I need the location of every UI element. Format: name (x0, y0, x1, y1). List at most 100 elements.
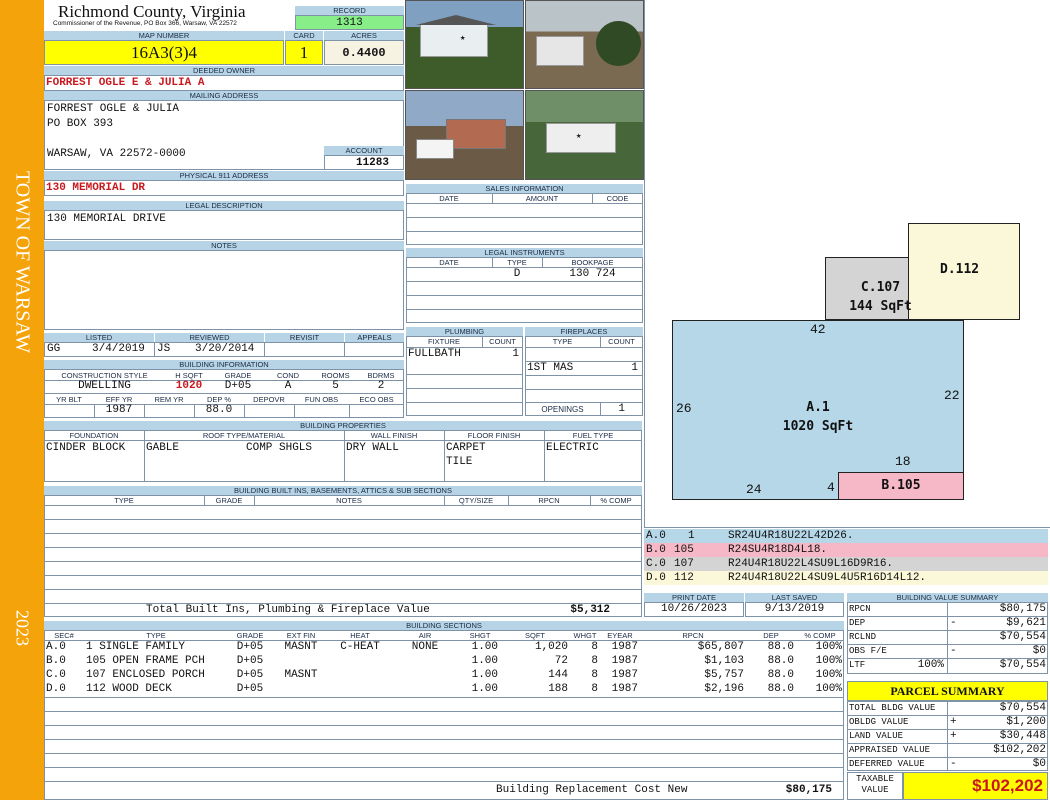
sketch-code-row-a: A.0 1 SR24U4R18U22L42D26. (644, 529, 1048, 543)
ps-deferred: $0 (1032, 758, 1046, 770)
ps-bldg-label: TOTAL BLDG VALUE (849, 703, 936, 713)
section-cell: 1987 (611, 683, 638, 695)
section-cell: C.0 (46, 669, 66, 681)
taxable-label-1: TAXABLE (856, 774, 894, 784)
instrument-bookpage: 130 724 (569, 268, 616, 280)
notes-box (44, 250, 404, 330)
bi-col-effyr: EFF YR (105, 395, 133, 404)
section-cell: 105 OPEN FRAME PCH (86, 655, 205, 667)
mailing-line-3: WARSAW, VA 22572-0000 (47, 148, 186, 160)
dim-bottom: 24 (746, 482, 762, 497)
section-cell: 100% (815, 669, 842, 681)
account-number: 11283 (324, 155, 404, 170)
roof-material: COMP SHGLS (246, 442, 313, 454)
bi-col-style: CONSTRUCTION STYLE (61, 371, 148, 380)
section-cell: D+05 (236, 669, 264, 681)
sec-col-dep: DEP (763, 631, 779, 640)
sales-info-label: SALES INFORMATION (406, 184, 643, 193)
plumbing-label: PLUMBING (406, 327, 523, 336)
section-cell: 8 (591, 655, 598, 667)
replacement-cost-label: Building Replacement Cost New (496, 784, 688, 796)
section-cell: $1,103 (704, 655, 744, 667)
floor-finish-1: CARPET (446, 442, 486, 454)
prop-col-wall: WALL FINISH (370, 431, 418, 440)
section-cell: 88.0 (767, 641, 794, 653)
section-cell: 1.00 (471, 641, 498, 653)
openings-label: OPENINGS (541, 405, 584, 414)
sales-col-date: DATE (439, 194, 459, 203)
bvs-rclnd: $70,554 (999, 631, 1046, 643)
building-value-summary-label: BUILDING VALUE SUMMARY (847, 593, 1048, 602)
dim-right: 22 (944, 388, 960, 403)
bi-col-funobs: FUN OBS (304, 395, 339, 404)
li-col-date: DATE (439, 258, 459, 267)
ps-deferred-label: DEFERRED VALUE (849, 759, 925, 769)
house-photo-1[interactable]: ★ (405, 0, 524, 89)
house-photo-3[interactable] (405, 90, 524, 180)
section-a-label: A.1 (806, 400, 830, 415)
section-cell: 1.00 (471, 655, 498, 667)
building-condition: A (284, 380, 292, 392)
bvs-dep-label: DEP (849, 618, 866, 628)
built-ins-label: BUILDING BUILT INS, BASEMENTS, ATTICS & … (44, 486, 642, 495)
sketch-code-row-b: B.0 105 R24SU4R18D4L18. (644, 543, 1048, 557)
bi-col-rooms: ROOMS (321, 371, 350, 380)
li-col-bookpage: BOOKPAGE (571, 258, 614, 267)
effective-year: 1987 (105, 404, 133, 416)
section-cell: A.0 (46, 641, 66, 653)
section-c-area: 144 SqFt (849, 299, 912, 314)
house-photo-4[interactable]: ★ (525, 90, 644, 180)
section-cell: 107 ENCLOSED PORCH (86, 669, 205, 681)
section-cell: 88.0 (767, 655, 794, 667)
li-col-type: TYPE (507, 258, 527, 267)
record-number: 1313 (295, 15, 404, 30)
sec-col-extfin: EXT FIN (286, 631, 316, 640)
ps-appraised: $102,202 (993, 744, 1046, 756)
sec-col-grade: GRADE (236, 631, 264, 640)
bvs-ltf: $70,554 (999, 659, 1046, 671)
plumbing-col-fixture: FIXTURE (427, 337, 461, 346)
sales-col-amount: AMOUNT (525, 194, 559, 203)
section-cell: 8 (591, 641, 598, 653)
bi-col-grade: GRADE (224, 371, 252, 380)
plumbing-col-count: COUNT (489, 337, 516, 346)
sec-col-rpcn: RPCN (682, 631, 704, 640)
dim-porch-top: 18 (895, 454, 911, 469)
room-count: 5 (332, 380, 339, 392)
section-cell: 8 (591, 669, 598, 681)
sec-col-air: AIR (418, 631, 432, 640)
fireplace-count: 1 (631, 362, 638, 374)
prop-col-roof: ROOF TYPE/MATERIAL (202, 431, 286, 440)
prop-col-floor: FLOOR FINISH (467, 431, 521, 440)
last-saved-label: LAST SAVED (745, 593, 844, 602)
plumbing-fixture: FULLBATH (408, 348, 461, 360)
physical-address: 130 MEMORIAL DR (46, 182, 146, 194)
section-c-label: C.107 (860, 280, 901, 295)
bi-col-ecoobs: ECO OBS (359, 395, 394, 404)
tax-year: 2023 (12, 610, 33, 646)
county-title: Richmond County, Virginia (58, 2, 246, 21)
section-cell: $5,757 (704, 669, 744, 681)
reviewed-date: 3/20/2014 (195, 343, 255, 355)
bvs-obs-label: OBS F/E (849, 646, 887, 656)
dim-porch-side: 4 (827, 480, 835, 495)
section-cell: D+05 (236, 641, 264, 653)
town-name: TOWN OF WARSAW (11, 170, 34, 354)
section-cell: $2,196 (704, 683, 744, 695)
section-cell: MASNT (284, 641, 318, 653)
bi-col-dep: DEP % (206, 395, 232, 404)
openings-value: 1 (618, 403, 625, 415)
section-cell: 1,020 (534, 641, 568, 653)
house-photo-2[interactable] (525, 0, 644, 89)
section-cell: 88.0 (767, 683, 794, 695)
section-cell: 88.0 (767, 669, 794, 681)
sketch-code-row-c: C.0 107 R24U4R18U22L4SU9L16D9R16. (644, 557, 1048, 571)
mailing-line-1: FORREST OGLE & JULIA (47, 103, 180, 115)
bi-tbl-col-comp: % COMP (600, 496, 632, 505)
section-b-label: B.105 (881, 478, 921, 493)
section-cell: 8 (591, 683, 598, 695)
map-number: 16A3(3)4 (44, 40, 284, 65)
section-cell: 144 (548, 669, 568, 681)
physical-address-label: PHYSICAL 911 ADDRESS (44, 171, 404, 180)
section-d-label: D.112 (940, 262, 980, 277)
